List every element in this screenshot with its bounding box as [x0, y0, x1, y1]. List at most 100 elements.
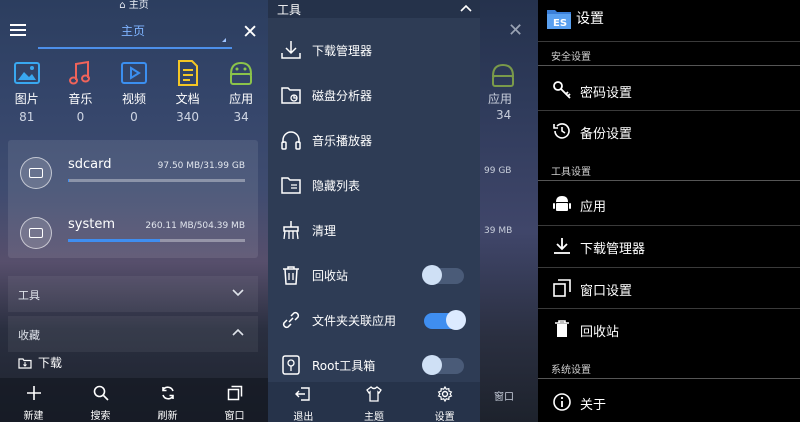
- settings-item-recycle-bin[interactable]: 回收站: [538, 309, 800, 349]
- menu-icon[interactable]: [10, 24, 26, 36]
- tool-label: 回收站: [312, 269, 349, 283]
- page-title: 设置: [576, 11, 604, 27]
- disk-analyzer-icon: [281, 87, 301, 104]
- search-button[interactable]: 搜索: [67, 378, 134, 422]
- peek-size-a: 99 GB: [484, 166, 512, 176]
- settings-item-label: 下载管理器: [580, 242, 646, 257]
- chevron-up-icon: [232, 328, 244, 336]
- category-count: 81: [19, 110, 35, 124]
- category-images[interactable]: 图片 81: [0, 58, 54, 124]
- android-icon: [553, 196, 571, 211]
- toggle-knob: [446, 310, 466, 330]
- settings-panel: ES 设置 安全设置 密码设置 备份设置 工具设置 应用 下载管理器 窗口设置 …: [538, 0, 800, 422]
- folder-icon: [18, 357, 32, 369]
- section-title: 收藏: [18, 329, 40, 342]
- theme-button[interactable]: 主题: [339, 382, 410, 422]
- category-label: 应用: [229, 92, 254, 106]
- category-label: 视频: [121, 92, 146, 106]
- settings-item-label: 应用: [580, 200, 607, 215]
- settings-header: ES 设置: [538, 0, 800, 36]
- tool-recycle-bin[interactable]: 回收站: [268, 253, 480, 298]
- window-button[interactable]: 窗口: [201, 378, 268, 422]
- tool-cleaner[interactable]: 清理: [268, 208, 480, 253]
- file-manager-home-panel: ⌂ 主页 主页 ✕ 图片 81 音乐 0 视频 0 文档 340 应用 34 s…: [0, 0, 268, 422]
- settings-item-window[interactable]: 窗口设置: [538, 268, 800, 308]
- divider: [538, 65, 800, 66]
- app-logo: ES: [547, 10, 571, 29]
- tab-home[interactable]: 主页: [80, 22, 186, 39]
- button-label: 主题: [364, 412, 384, 422]
- settings-item-label: 窗口设置: [580, 284, 633, 299]
- tool-folder-association[interactable]: 文件夹关联应用: [268, 298, 480, 343]
- tool-music-player[interactable]: 音乐播放器: [268, 118, 480, 163]
- settings-item-about[interactable]: 关于: [538, 382, 800, 422]
- tool-label: 文件夹关联应用: [312, 314, 397, 328]
- category-count: 340: [176, 110, 200, 124]
- drawer-title: 工具: [277, 3, 302, 17]
- favorite-item-download[interactable]: 下载: [18, 354, 62, 371]
- new-button[interactable]: 新建: [0, 378, 67, 422]
- drive-system[interactable]: system 260.11 MB/504.39 MB: [8, 209, 258, 259]
- exit-button[interactable]: 退出: [268, 382, 339, 422]
- toggle-knob: [422, 265, 442, 285]
- gear-icon: [437, 385, 452, 403]
- button-label: 搜索: [90, 411, 111, 422]
- close-icon[interactable]: ✕: [242, 21, 258, 43]
- drive-size: 260.11 MB/504.39 MB: [145, 221, 245, 231]
- music-icon: [54, 58, 108, 88]
- drive-name: system: [68, 217, 115, 232]
- image-icon: [0, 58, 54, 88]
- drive-sdcard[interactable]: sdcard 97.50 MB/31.99 GB: [8, 149, 258, 199]
- drawer-bottom-toolbar: 退出 主题 设置: [268, 382, 480, 422]
- settings-item-apps[interactable]: 应用: [538, 184, 800, 224]
- folder-association-toggle[interactable]: [424, 310, 466, 330]
- button-label: 刷新: [157, 411, 178, 422]
- favorites-section-header[interactable]: 收藏: [8, 316, 258, 352]
- trash-icon: [283, 266, 299, 285]
- status-bar-title: 主页: [128, 0, 149, 11]
- category-music[interactable]: 音乐 0: [54, 58, 108, 124]
- close-icon: ✕: [508, 20, 524, 41]
- bottom-toolbar: 新建 搜索 刷新 窗口: [0, 378, 268, 422]
- tool-download-manager[interactable]: 下载管理器: [268, 28, 480, 73]
- divider: [538, 378, 800, 379]
- refresh-button[interactable]: 刷新: [134, 378, 201, 422]
- settings-button[interactable]: 设置: [409, 382, 480, 422]
- root-toolbox-toggle[interactable]: [422, 355, 464, 375]
- window-icon: [227, 385, 242, 401]
- drive-usage-bar: [68, 239, 245, 242]
- section-tools-title: 工具设置: [551, 167, 591, 178]
- section-title: 工具: [18, 289, 40, 302]
- category-label: 音乐: [68, 92, 93, 106]
- broom-icon: [283, 221, 299, 240]
- recycle-bin-toggle[interactable]: [422, 265, 464, 285]
- tools-drawer-header[interactable]: 工具: [268, 0, 480, 18]
- tools-section-header[interactable]: 工具: [8, 276, 258, 312]
- drive-usage-bar: [68, 179, 245, 182]
- settings-item-download-manager[interactable]: 下载管理器: [538, 226, 800, 266]
- tool-disk-analyzer[interactable]: 磁盘分析器: [268, 73, 480, 118]
- link-icon: [282, 311, 300, 329]
- drive-usage-fill: [68, 179, 70, 182]
- section-security-title: 安全设置: [551, 52, 591, 63]
- settings-item-password[interactable]: 密码设置: [538, 70, 800, 110]
- tool-label: Root工具箱: [312, 359, 376, 373]
- category-video[interactable]: 视频 0: [107, 58, 161, 124]
- tool-hidden-list[interactable]: 隐藏列表: [268, 163, 480, 208]
- home-header: 主页 ✕: [0, 12, 268, 49]
- settings-item-backup[interactable]: 备份设置: [538, 111, 800, 151]
- category-apps[interactable]: 应用 34: [214, 58, 268, 124]
- drive-icon: [20, 217, 52, 249]
- tool-label: 音乐播放器: [312, 134, 373, 148]
- category-count: 0: [76, 110, 85, 124]
- trash-icon: [555, 320, 569, 337]
- status-bar: ⌂ 主页: [0, 0, 268, 12]
- download-icon: [281, 41, 301, 59]
- divider: [538, 41, 800, 42]
- root-icon: [282, 355, 300, 375]
- button-label: 窗口: [224, 411, 245, 422]
- background-home-peek: ✕ 应用 34 99 GB 39 MB 窗口: [480, 0, 538, 422]
- button-label: 设置: [434, 412, 455, 422]
- peek-size-b: 39 MB: [484, 226, 513, 236]
- category-documents[interactable]: 文档 340: [161, 58, 215, 124]
